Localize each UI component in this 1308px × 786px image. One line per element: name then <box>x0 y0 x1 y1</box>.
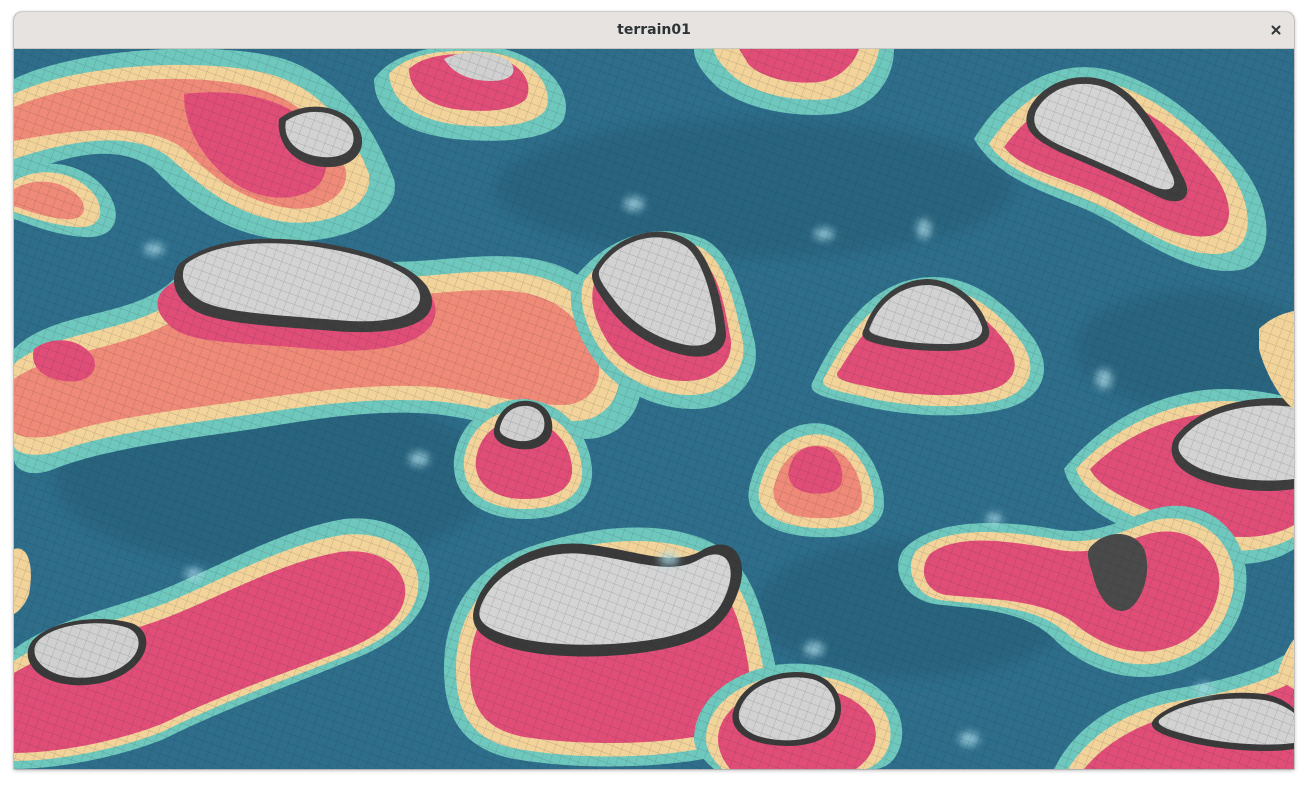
terrain-viewport[interactable] <box>14 49 1294 769</box>
close-icon <box>1271 25 1281 35</box>
window-title: terrain01 <box>617 22 691 38</box>
title-bar[interactable]: terrain01 <box>14 12 1294 49</box>
app-window: terrain01 <box>14 12 1294 769</box>
wireframe-mesh <box>14 49 1294 769</box>
close-button[interactable] <box>1266 20 1286 40</box>
terrain-render <box>14 49 1294 769</box>
